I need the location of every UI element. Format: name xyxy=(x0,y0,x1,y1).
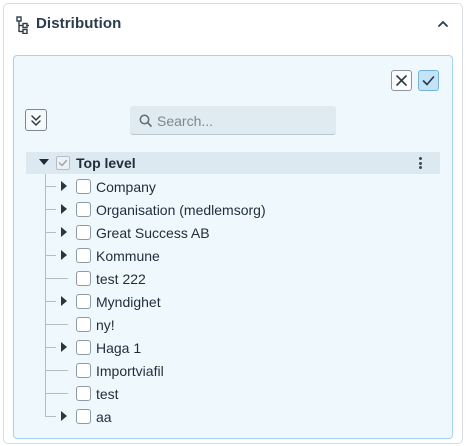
check-icon xyxy=(58,159,68,167)
tree-item-label: test xyxy=(96,386,119,402)
tree-connector xyxy=(46,209,56,210)
card-title: Distribution xyxy=(36,15,122,32)
tree-item-row[interactable]: Organisation (medlemsorg) xyxy=(26,198,440,221)
tree-item-row[interactable]: Great Success AB xyxy=(26,221,440,244)
search-icon xyxy=(139,114,152,127)
tree-connector xyxy=(46,301,56,302)
card-header[interactable]: Distribution xyxy=(4,4,462,44)
tree-item-label: test 222 xyxy=(96,271,146,287)
tree-item-row[interactable]: Haga 1 xyxy=(26,336,440,359)
tree-item-label: Haga 1 xyxy=(96,340,142,356)
tree-item-row[interactable]: test xyxy=(26,382,440,405)
tree-connector xyxy=(46,416,56,417)
tree-item-checkbox[interactable] xyxy=(76,248,91,263)
tree-item-row[interactable]: Company xyxy=(26,175,440,198)
tree-connector xyxy=(46,232,56,233)
tree-connector xyxy=(46,186,56,187)
caret-right-icon[interactable] xyxy=(61,181,67,191)
tree-connector xyxy=(46,255,56,256)
tree-item-row[interactable]: ny! xyxy=(26,313,440,336)
caret-right-icon[interactable] xyxy=(61,411,67,421)
tree-connector xyxy=(46,278,68,279)
tree-item-row[interactable]: Kommune xyxy=(26,244,440,267)
tree-item-label: Importviafil xyxy=(96,363,164,379)
confirm-button[interactable] xyxy=(418,70,439,91)
tree-item-row[interactable]: aa xyxy=(26,405,440,428)
root-checkbox[interactable] xyxy=(56,156,70,170)
tree-item-checkbox[interactable] xyxy=(76,225,91,240)
caret-right-icon[interactable] xyxy=(61,250,67,260)
double-chevron-down-icon xyxy=(31,115,41,126)
tree-item-label: aa xyxy=(96,409,112,425)
tree-item-label: Great Success AB xyxy=(96,225,210,241)
tree-item-row[interactable]: Importviafil xyxy=(26,359,440,382)
tree-item-checkbox[interactable] xyxy=(76,386,91,401)
tree-item-checkbox[interactable] xyxy=(76,409,91,424)
tree-connector xyxy=(46,347,56,348)
tree-connector xyxy=(46,370,68,371)
tree-root-row[interactable]: Top level xyxy=(26,152,440,174)
caret-right-icon[interactable] xyxy=(61,227,67,237)
tree-item-checkbox[interactable] xyxy=(76,202,91,217)
cancel-button[interactable] xyxy=(391,70,412,91)
tree-root-label: Top level xyxy=(76,155,136,171)
tree-item-label: Organisation (medlemsorg) xyxy=(96,202,266,218)
check-icon xyxy=(422,76,435,86)
tree-item-checkbox[interactable] xyxy=(76,340,91,355)
search-box[interactable] xyxy=(130,106,336,135)
tree-item-row[interactable]: Myndighet xyxy=(26,290,440,313)
tree-item-checkbox[interactable] xyxy=(76,179,91,194)
caret-right-icon[interactable] xyxy=(61,296,67,306)
caret-right-icon[interactable] xyxy=(61,204,67,214)
tree-item-label: ny! xyxy=(96,317,115,333)
tree-item-checkbox[interactable] xyxy=(76,271,91,286)
distribution-panel: Top level Company Organisation (medlemsor… xyxy=(13,55,453,439)
search-input[interactable] xyxy=(157,110,329,131)
tree-item-checkbox[interactable] xyxy=(76,363,91,378)
sitemap-icon xyxy=(16,16,29,34)
caret-down-icon[interactable] xyxy=(39,159,49,165)
tree-item-row[interactable]: test 222 xyxy=(26,267,440,290)
kebab-menu-icon[interactable] xyxy=(415,156,425,170)
tree-item-label: Company xyxy=(96,179,156,195)
tree-item-checkbox[interactable] xyxy=(76,317,91,332)
distribution-card: Distribution Search... Top level Company… xyxy=(3,3,463,444)
caret-right-icon[interactable] xyxy=(61,342,67,352)
tree-connector xyxy=(46,324,68,325)
chevron-up-icon[interactable] xyxy=(434,15,452,33)
tree-item-label: Myndighet xyxy=(96,294,161,310)
tree-item-checkbox[interactable] xyxy=(76,294,91,309)
tree-connector xyxy=(46,393,68,394)
expand-all-button[interactable] xyxy=(25,109,47,131)
close-icon xyxy=(396,75,407,86)
tree-item-label: Kommune xyxy=(96,248,160,264)
